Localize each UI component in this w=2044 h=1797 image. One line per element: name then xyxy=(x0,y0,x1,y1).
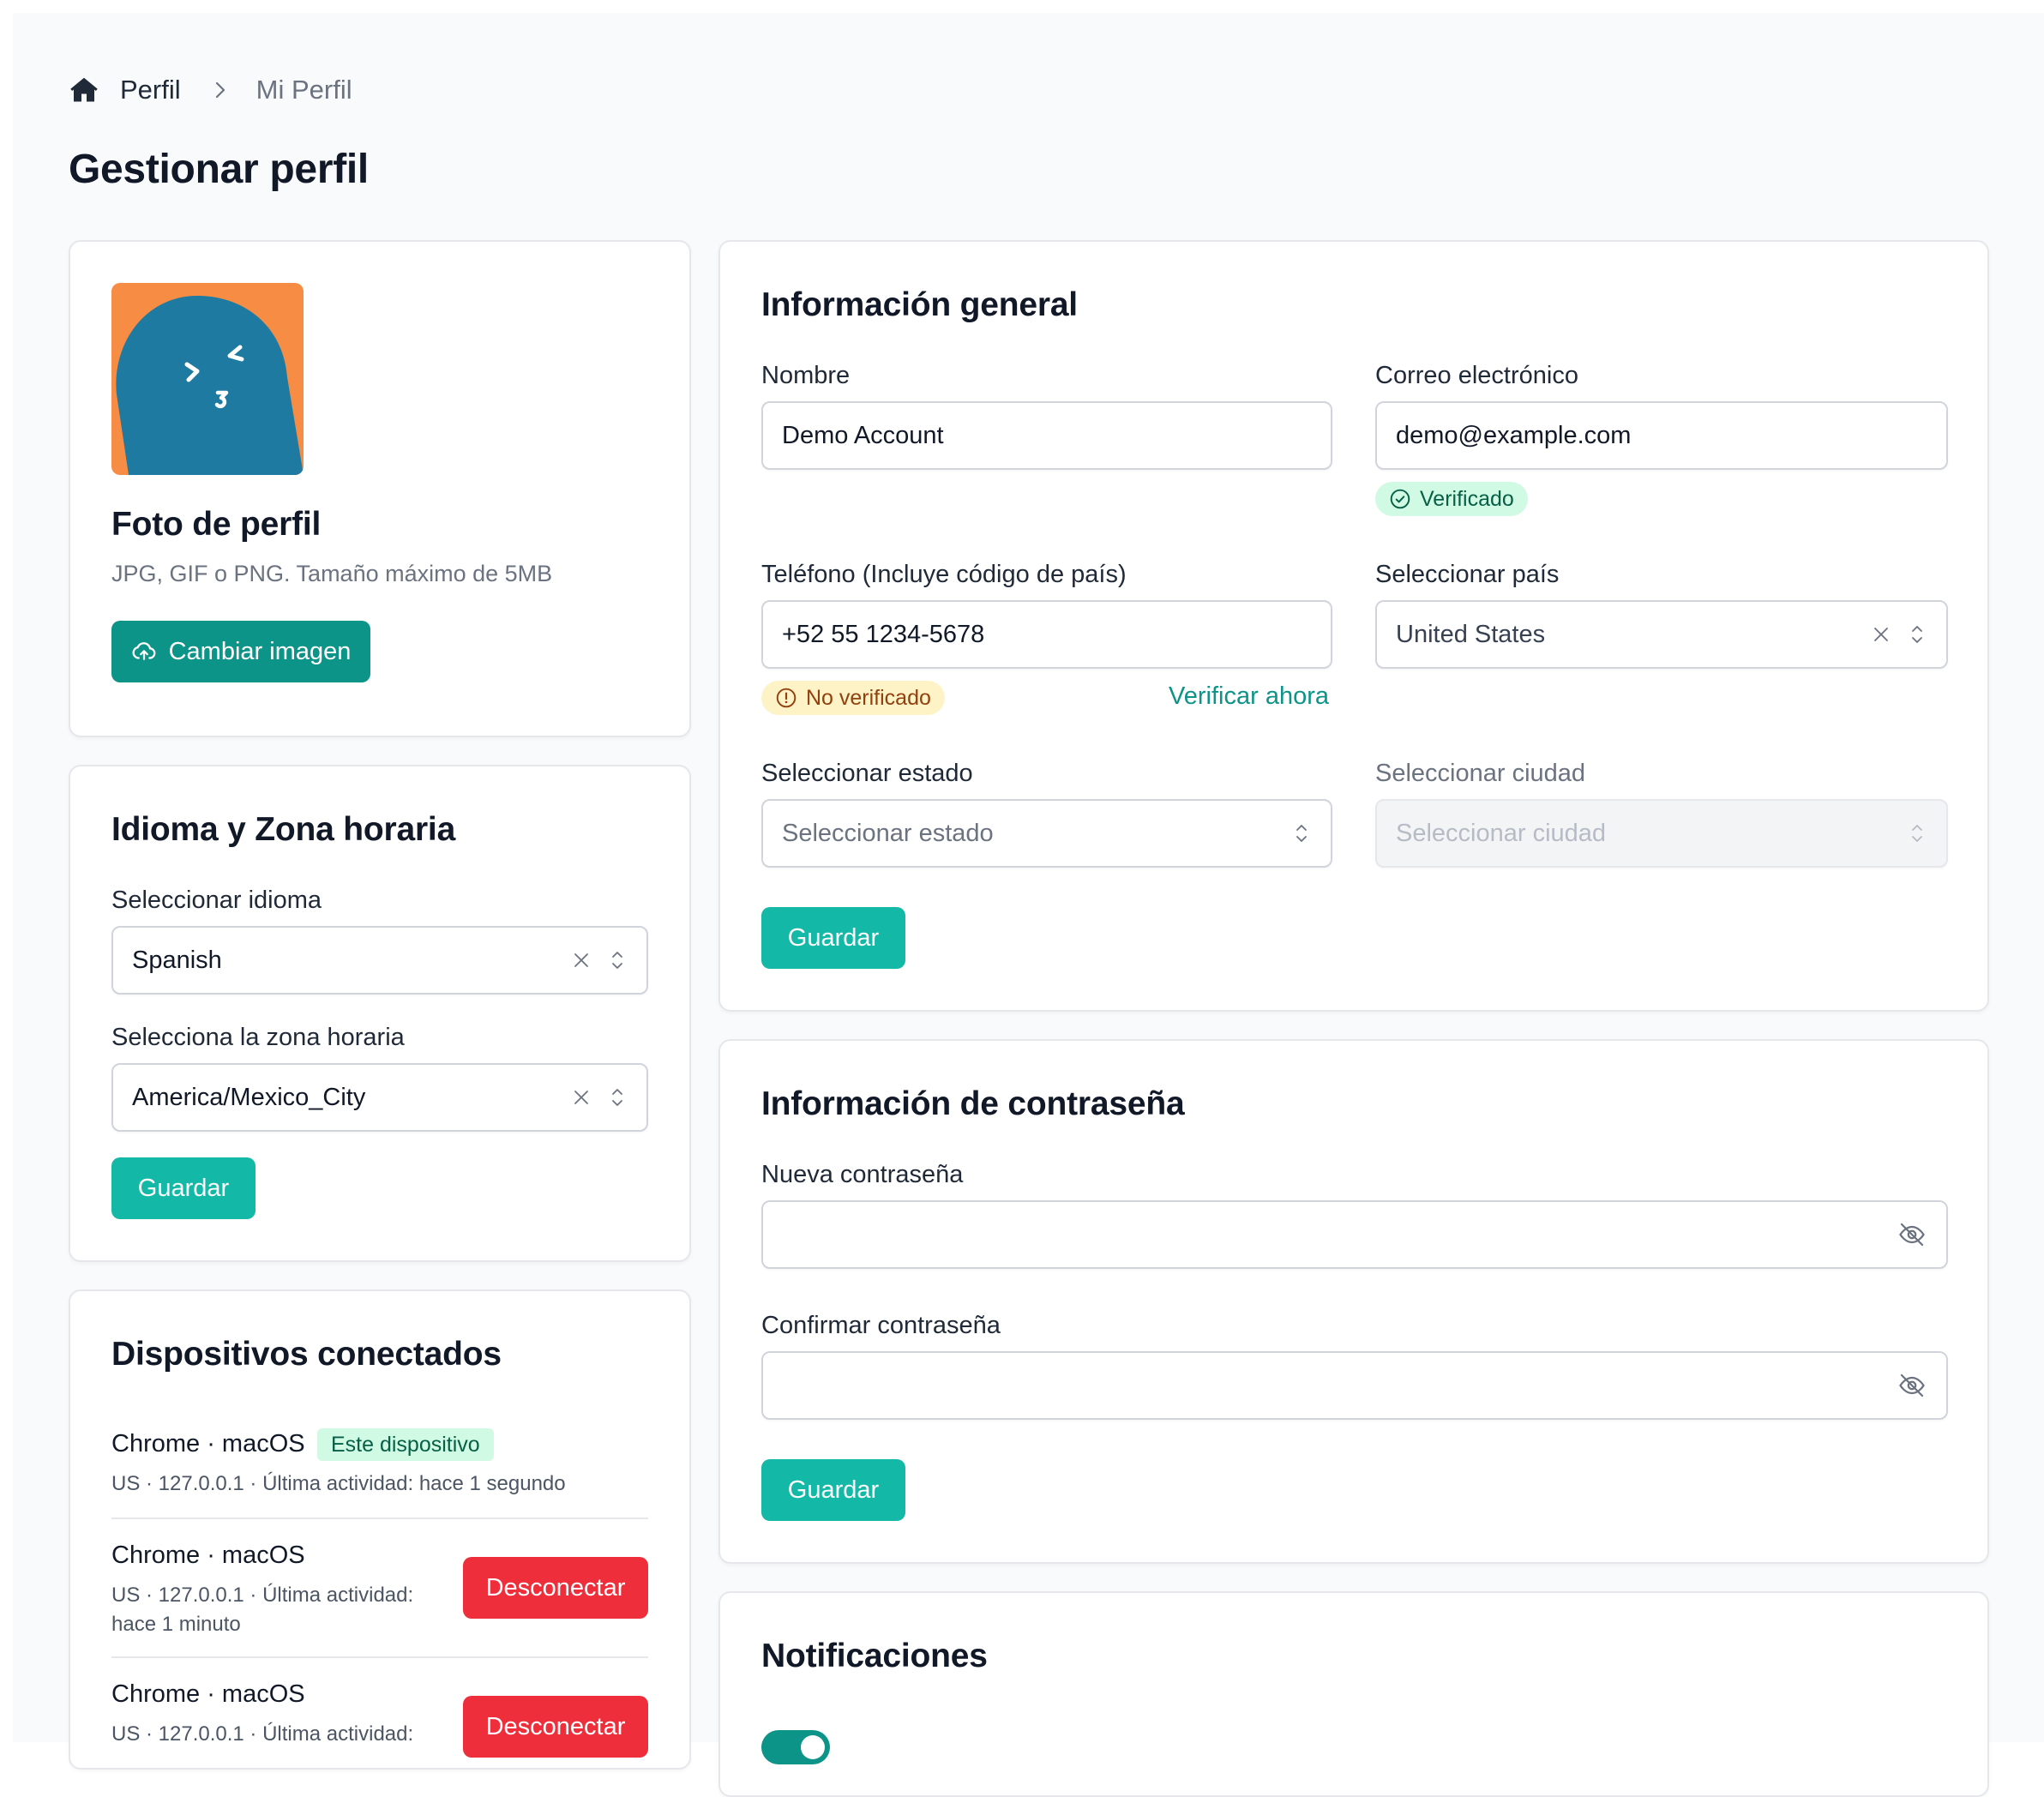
language-label: Seleccionar idioma xyxy=(111,886,322,914)
device-name: Chrome · macOS xyxy=(111,1542,305,1569)
device-meta: US · 127.0.0.1 · Última actividad: hace … xyxy=(111,1472,566,1495)
phone-input[interactable]: +52 55 1234-5678 xyxy=(761,600,1332,669)
new-password-label: Nueva contraseña xyxy=(761,1161,964,1188)
breadcrumb-current: Mi Perfil xyxy=(256,75,352,105)
chevron-up-down-icon xyxy=(607,1085,628,1109)
avatar xyxy=(111,283,304,475)
city-select: Seleccionar ciudad xyxy=(1375,799,1948,868)
locale-card-title: Idioma y Zona horaria xyxy=(111,811,456,848)
verify-now-link[interactable]: Verificar ahora xyxy=(1169,682,1329,711)
phone-unverified-badge: No verificado xyxy=(761,681,945,715)
check-circle-icon xyxy=(1389,488,1411,510)
state-label: Seleccionar estado xyxy=(761,760,973,787)
country-value: United States xyxy=(1396,620,1546,648)
disconnect-button[interactable]: Desconectar xyxy=(463,1696,648,1758)
email-verified-text: Verificado xyxy=(1420,486,1514,511)
country-label: Seleccionar país xyxy=(1375,561,1560,588)
devices-card-title: Dispositivos conectados xyxy=(111,1336,502,1373)
password-card-title: Información de contraseña xyxy=(761,1085,1185,1122)
phone-value: +52 55 1234-5678 xyxy=(782,620,985,648)
password-save-button[interactable]: Guardar xyxy=(761,1459,905,1521)
name-input[interactable]: Demo Account xyxy=(761,401,1332,470)
profile-photo-card: Foto de perfil JPG, GIF o PNG. Tamaño má… xyxy=(69,240,691,737)
chevron-up-down-icon xyxy=(1907,622,1927,646)
email-verified-badge: Verificado xyxy=(1375,482,1528,516)
photo-card-title: Foto de perfil xyxy=(111,506,322,543)
timezone-select[interactable]: America/Mexico_City xyxy=(111,1063,648,1132)
timezone-label: Selecciona la zona horaria xyxy=(111,1024,405,1051)
eye-off-icon[interactable] xyxy=(1897,1370,1927,1401)
home-icon[interactable] xyxy=(69,73,103,107)
phone-label: Teléfono (Incluye código de país) xyxy=(761,561,1127,588)
timezone-value: America/Mexico_City xyxy=(132,1083,366,1111)
state-placeholder: Seleccionar estado xyxy=(782,819,994,847)
page-title: Gestionar perfil xyxy=(69,147,369,192)
new-password-input[interactable] xyxy=(761,1200,1948,1269)
state-select[interactable]: Seleccionar estado xyxy=(761,799,1332,868)
device-name: Chrome · macOS xyxy=(111,1680,305,1708)
device-divider xyxy=(111,1656,648,1658)
language-value: Spanish xyxy=(132,946,222,974)
alert-circle-icon xyxy=(775,687,797,709)
general-save-button[interactable]: Guardar xyxy=(761,907,905,969)
device-meta: hace 1 minuto xyxy=(111,1613,241,1636)
password-card: Información de contraseña Nueva contrase… xyxy=(718,1039,1989,1564)
confirm-password-label: Confirmar contraseña xyxy=(761,1312,1001,1339)
clear-icon[interactable] xyxy=(1871,624,1891,645)
general-info-card: Información general Nombre Demo Account … xyxy=(718,240,1989,1012)
cloud-upload-icon xyxy=(131,639,157,664)
locale-save-button[interactable]: Guardar xyxy=(111,1157,256,1219)
change-image-label: Cambiar imagen xyxy=(168,637,352,665)
clear-icon[interactable] xyxy=(571,950,592,971)
change-image-button[interactable]: Cambiar imagen xyxy=(111,621,370,682)
email-value: demo@example.com xyxy=(1396,421,1632,449)
name-label: Nombre xyxy=(761,362,851,389)
general-card-title: Información general xyxy=(761,286,1078,323)
chevron-up-down-icon xyxy=(607,948,628,972)
device-divider xyxy=(111,1518,648,1519)
locale-card: Idioma y Zona horaria Seleccionar idioma… xyxy=(69,765,691,1262)
phone-unverified-text: No verificado xyxy=(806,685,931,710)
country-select[interactable]: United States xyxy=(1375,600,1948,669)
chevron-up-down-icon xyxy=(1907,821,1927,845)
device-meta: US · 127.0.0.1 · Última actividad: xyxy=(111,1584,414,1607)
name-value: Demo Account xyxy=(782,421,944,449)
city-placeholder: Seleccionar ciudad xyxy=(1396,819,1607,847)
confirm-password-input[interactable] xyxy=(761,1351,1948,1420)
email-input[interactable]: demo@example.com xyxy=(1375,401,1948,470)
toggle-knob xyxy=(801,1735,825,1759)
notification-toggle[interactable] xyxy=(761,1730,830,1764)
device-meta: US · 127.0.0.1 · Última actividad: xyxy=(111,1722,414,1746)
breadcrumb-root-link[interactable]: Perfil xyxy=(120,75,181,105)
email-label: Correo electrónico xyxy=(1375,362,1578,389)
photo-hint: JPG, GIF o PNG. Tamaño máximo de 5MB xyxy=(111,561,553,586)
chevron-right-icon xyxy=(210,79,232,101)
notifications-card: Notificaciones xyxy=(718,1591,1989,1797)
eye-off-icon[interactable] xyxy=(1897,1219,1927,1250)
disconnect-button[interactable]: Desconectar xyxy=(463,1557,648,1619)
clear-icon[interactable] xyxy=(571,1087,592,1108)
this-device-tag: Este dispositivo xyxy=(317,1428,494,1461)
city-label: Seleccionar ciudad xyxy=(1375,760,1586,787)
language-select[interactable]: Spanish xyxy=(111,926,648,995)
notifications-card-title: Notificaciones xyxy=(761,1638,988,1674)
devices-card: Dispositivos conectados Chrome · macOS E… xyxy=(69,1289,691,1770)
chevron-up-down-icon xyxy=(1291,821,1312,845)
breadcrumb: Perfil Mi Perfil xyxy=(69,69,352,111)
device-name: Chrome · macOS xyxy=(111,1430,305,1457)
